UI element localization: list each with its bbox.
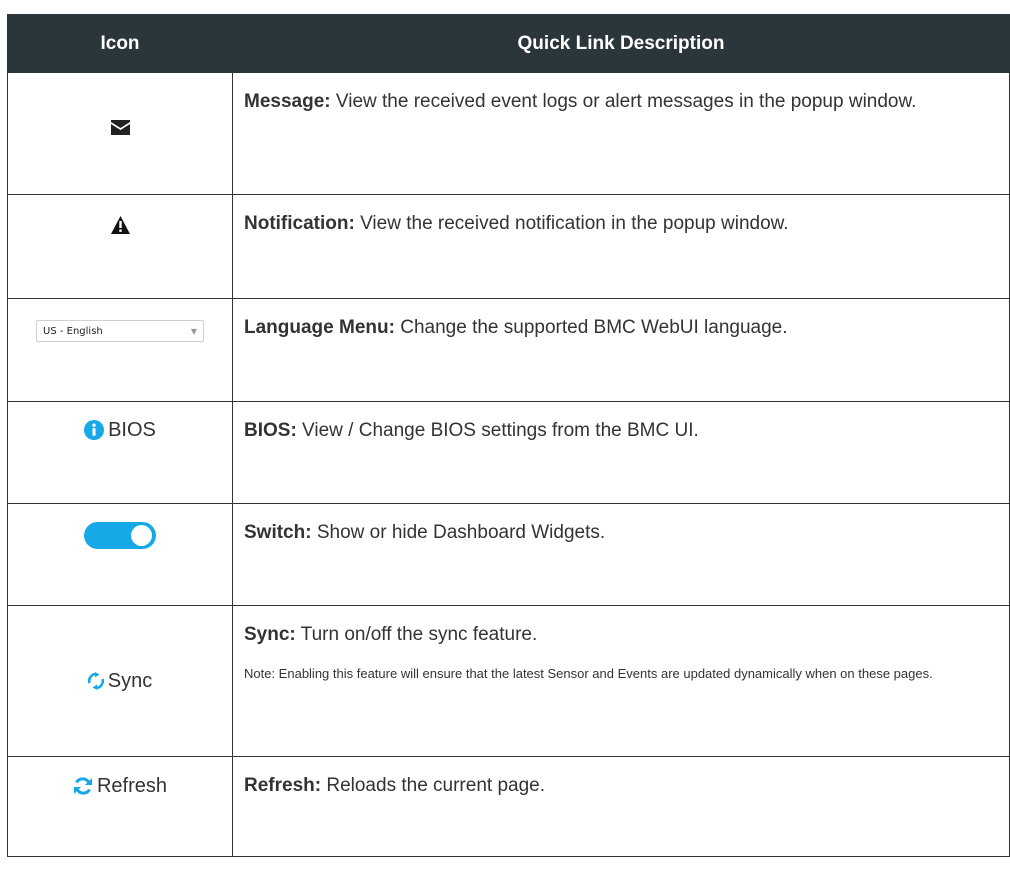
row-label: Sync: — [244, 624, 296, 645]
table-row: Notification: View the received notifica… — [7, 194, 1010, 299]
envelope-icon[interactable] — [110, 119, 130, 135]
row-text: Show or hide Dashboard Widgets. — [311, 522, 606, 543]
bios-label: BIOS — [108, 418, 156, 441]
description-cell: Notification: View the received notifica… — [232, 194, 1010, 299]
icon-cell — [7, 72, 233, 195]
quick-links-table: Icon Quick Link Description Message: Vie… — [7, 14, 1010, 857]
language-dropdown[interactable]: US - English ▼ — [36, 320, 204, 342]
sync-label: Sync — [107, 669, 153, 692]
info-icon — [84, 420, 105, 440]
row-text: Reloads the current page. — [321, 775, 545, 796]
toggle-switch-icon[interactable] — [84, 521, 156, 549]
description-cell: Switch: Show or hide Dashboard Widgets. — [232, 503, 1010, 606]
description-cell: Refresh: Reloads the current page. — [232, 756, 1010, 857]
row-label: Refresh: — [244, 775, 322, 796]
description-cell: Message: View the received event logs or… — [232, 72, 1010, 195]
row-text: View / Change BIOS settings from the BMC… — [296, 420, 699, 441]
bios-button[interactable]: BIOS — [84, 419, 156, 442]
sync-button[interactable]: Sync — [87, 669, 153, 693]
row-text: View the received event logs or alert me… — [330, 91, 917, 112]
description-cell: Language Menu: Change the supported BMC … — [232, 298, 1010, 402]
table-row: Sync Sync: Turn on/off the sync feature.… — [7, 605, 1010, 757]
table-row: Switch: Show or hide Dashboard Widgets. — [7, 503, 1010, 606]
table-row: Refresh Refresh: Reloads the current pag… — [7, 756, 1010, 857]
row-text: View the received notification in the po… — [354, 213, 789, 234]
refresh-label: Refresh — [96, 774, 168, 797]
row-text: Change the supported BMC WebUI language. — [394, 317, 788, 338]
icon-cell: US - English ▼ — [7, 298, 233, 402]
table-row: US - English ▼ Language Menu: Change the… — [7, 298, 1010, 402]
row-label: Message: — [244, 91, 331, 112]
icon-cell — [7, 194, 233, 299]
description-cell: BIOS: View / Change BIOS settings from t… — [232, 401, 1010, 504]
warning-icon[interactable] — [110, 216, 130, 234]
toggle-knob — [131, 524, 152, 546]
refresh-icon — [73, 777, 92, 795]
table-row: Message: View the received event logs or… — [7, 72, 1010, 195]
row-label: Notification: — [244, 213, 355, 234]
icon-cell — [7, 503, 233, 606]
refresh-button[interactable]: Refresh — [73, 775, 167, 798]
header-row: Icon Quick Link Description — [7, 14, 1010, 73]
header-icon: Icon — [7, 14, 233, 73]
header-description: Quick Link Description — [232, 14, 1010, 73]
language-dropdown-value: US - English — [43, 325, 103, 337]
row-text: Turn on/off the sync feature. — [295, 624, 538, 645]
sync-note: Note: Enabling this feature will ensure … — [244, 666, 933, 681]
row-label: BIOS: — [244, 420, 297, 441]
chevron-down-icon: ▼ — [190, 326, 197, 336]
icon-cell: Refresh — [7, 756, 233, 857]
icon-cell: Sync — [7, 605, 233, 757]
icon-cell: BIOS — [7, 401, 233, 504]
row-label: Switch: — [244, 522, 312, 543]
row-label: Language Menu: — [244, 317, 395, 338]
sync-icon — [87, 672, 104, 690]
table-row: BIOS BIOS: View / Change BIOS settings f… — [7, 401, 1010, 504]
description-cell: Sync: Turn on/off the sync feature. Note… — [232, 605, 1010, 757]
